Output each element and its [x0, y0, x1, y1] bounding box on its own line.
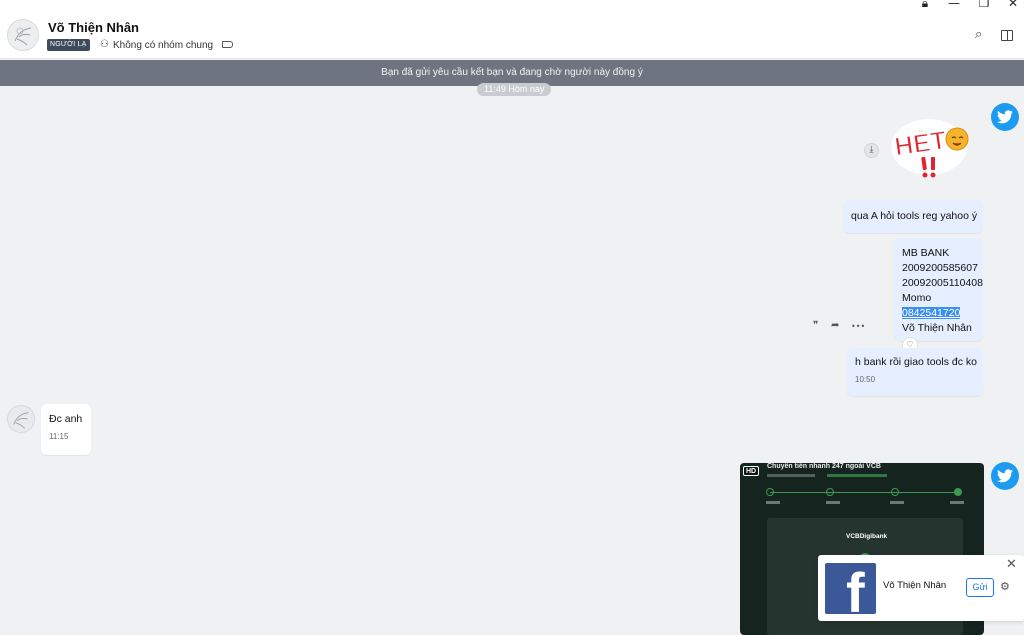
message-bubble-received[interactable]: Đc anh 11:15	[41, 404, 91, 455]
close-window-button[interactable]: ✕	[1002, 0, 1024, 10]
message-line: 2009200585607	[902, 262, 978, 274]
avatar[interactable]	[7, 19, 39, 51]
facebook-notification: ✕ f Võ Thiện Nhân Gửi ⚙	[818, 555, 1024, 621]
chat-header: Võ Thiện Nhân NGƯỜI LẠ ⚇ Không có nhóm c…	[0, 11, 1024, 59]
notification-name: Võ Thiện Nhân	[883, 580, 947, 591]
message-line: 20092005110408	[902, 277, 983, 289]
step-label	[890, 501, 904, 504]
tag-icon[interactable]	[222, 41, 233, 48]
message-text: Đc anh	[49, 413, 83, 425]
step-dot	[954, 488, 962, 496]
restore-button[interactable]: ❐	[973, 0, 995, 10]
step-dot	[891, 488, 899, 496]
message-text: h bank rồi giao tools đc ko	[855, 356, 977, 368]
twitter-bird-icon	[997, 469, 1013, 483]
twitter-bird-icon	[997, 110, 1013, 124]
hd-badge: HD	[743, 466, 760, 476]
twitter-icon[interactable]	[991, 103, 1019, 131]
contact-avatar[interactable]	[7, 405, 35, 433]
gear-icon[interactable]: ⚙	[1000, 580, 1010, 593]
step-label	[766, 501, 780, 504]
bank-label: VCBDigibank	[846, 533, 888, 540]
step-dot	[766, 488, 774, 496]
message-line: Võ Thiện Nhân	[902, 322, 972, 334]
twitter-icon[interactable]	[991, 462, 1019, 490]
minimize-button[interactable]: —	[943, 0, 965, 10]
message-actions: ❞ ➦ •••	[810, 320, 872, 334]
video-title: Chuyển tiền nhanh 247 ngoài VCB	[767, 463, 881, 470]
avatar-image	[13, 412, 29, 429]
lock-icon[interactable]: 🔒︎	[914, 0, 936, 11]
search-icon[interactable]: ⌕	[975, 27, 982, 42]
time-divider: 11:49 Hôm nay	[477, 83, 552, 96]
group-icon: ⚇	[100, 39, 109, 50]
message-bubble-sent[interactable]: qua A hỏi tools reg yahoo ý	[843, 200, 983, 233]
quote-icon[interactable]: ❞	[813, 320, 818, 331]
avatar-image	[14, 27, 32, 46]
window-titlebar: 🔒︎ — ❐ ✕	[0, 0, 1024, 11]
message-bubble-sent[interactable]: h bank rồi giao tools đc ko 10:50	[847, 348, 983, 396]
step-label	[950, 501, 964, 504]
sidebar-panel-icon[interactable]	[1001, 30, 1013, 41]
video-steps	[766, 488, 962, 502]
message-line: MB BANK	[902, 247, 950, 259]
stranger-badge: NGƯỜI LẠ	[47, 39, 90, 51]
step-label	[826, 501, 840, 504]
download-icon[interactable]: ⤓	[864, 143, 879, 158]
forward-icon[interactable]: ➦	[831, 320, 839, 331]
message-line: Momo	[902, 292, 932, 304]
sticker-het[interactable]: HẾT	[889, 117, 981, 183]
message-timestamp: 11:15	[49, 432, 69, 441]
step-dot	[826, 488, 834, 496]
message-bubble-sent[interactable]: MB BANK 2009200585607 20092005110408 Mom…	[894, 238, 983, 341]
more-options-icon[interactable]: •••	[851, 322, 865, 331]
contact-name[interactable]: Võ Thiện Nhân	[48, 20, 139, 35]
send-button[interactable]: Gửi	[966, 578, 994, 597]
facebook-logo-icon: f	[825, 563, 876, 614]
video-breadcrumb	[767, 474, 887, 477]
phone-number-link[interactable]: 0842541720	[902, 307, 961, 319]
close-icon[interactable]: ✕	[1006, 557, 1017, 572]
common-groups-status[interactable]: Không có nhóm chung	[113, 40, 213, 51]
message-timestamp: 10:50	[855, 375, 876, 384]
